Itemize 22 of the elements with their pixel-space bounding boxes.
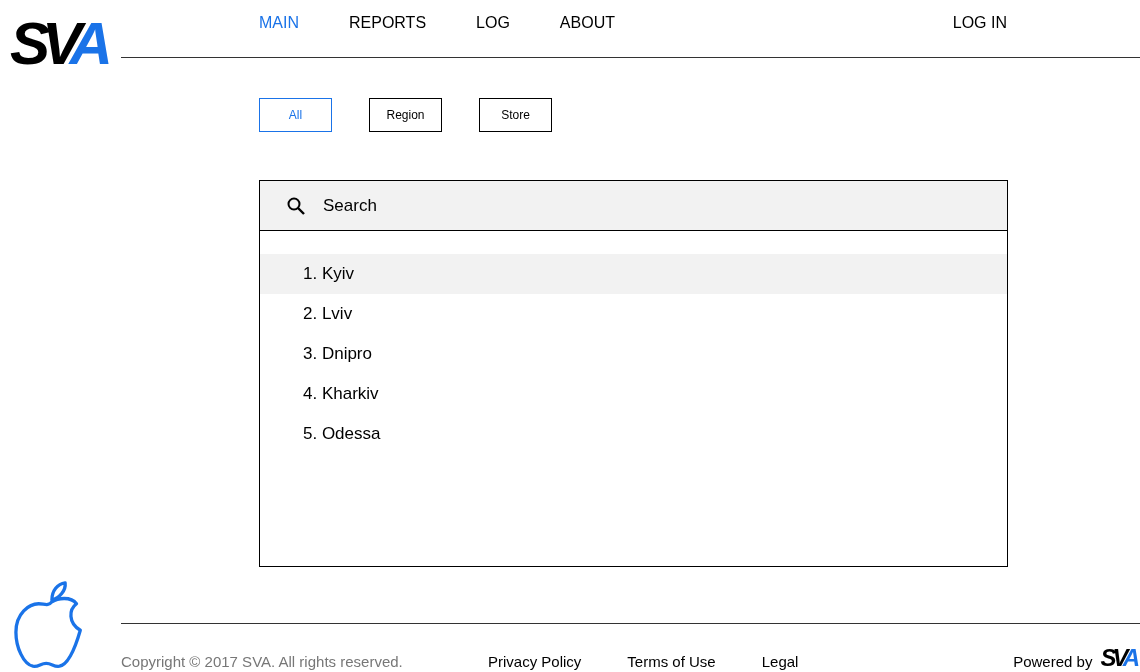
logo: SVA [1100, 646, 1138, 670]
nav-tab[interactable]: REPORTS [349, 14, 427, 32]
powered-by-text: Powered by [1013, 653, 1093, 670]
list-item[interactable]: 4. Kharkiv [260, 374, 1007, 414]
login-link[interactable]: LOG IN [952, 14, 1007, 32]
list-item[interactable]: 5. Odessa [260, 414, 1007, 454]
search-field[interactable]: Search [323, 195, 623, 216]
copyright-text: Copyright © 2017 SVA. All rights reserved. [121, 653, 404, 670]
nav-tab[interactable]: LOG [476, 14, 510, 32]
filter-button[interactable]: Region [369, 98, 442, 132]
list-item[interactable]: 2. Lviv [260, 294, 1007, 334]
footer-link[interactable]: Privacy Policy [488, 653, 582, 670]
footer-link[interactable]: Terms of Use [627, 653, 716, 670]
filter-button[interactable]: All [259, 98, 332, 132]
filter-button[interactable]: Store [479, 98, 552, 132]
list-item[interactable]: 1. Kyiv [260, 254, 1007, 294]
list-item[interactable]: 3. Dnipro [260, 334, 1007, 374]
search-icon [287, 196, 305, 215]
logo: SVA [10, 14, 105, 74]
nav-tab[interactable]: MAIN [259, 14, 299, 32]
nav-tab[interactable]: ABOUT [559, 14, 615, 32]
footer-link[interactable]: Legal [761, 653, 799, 670]
